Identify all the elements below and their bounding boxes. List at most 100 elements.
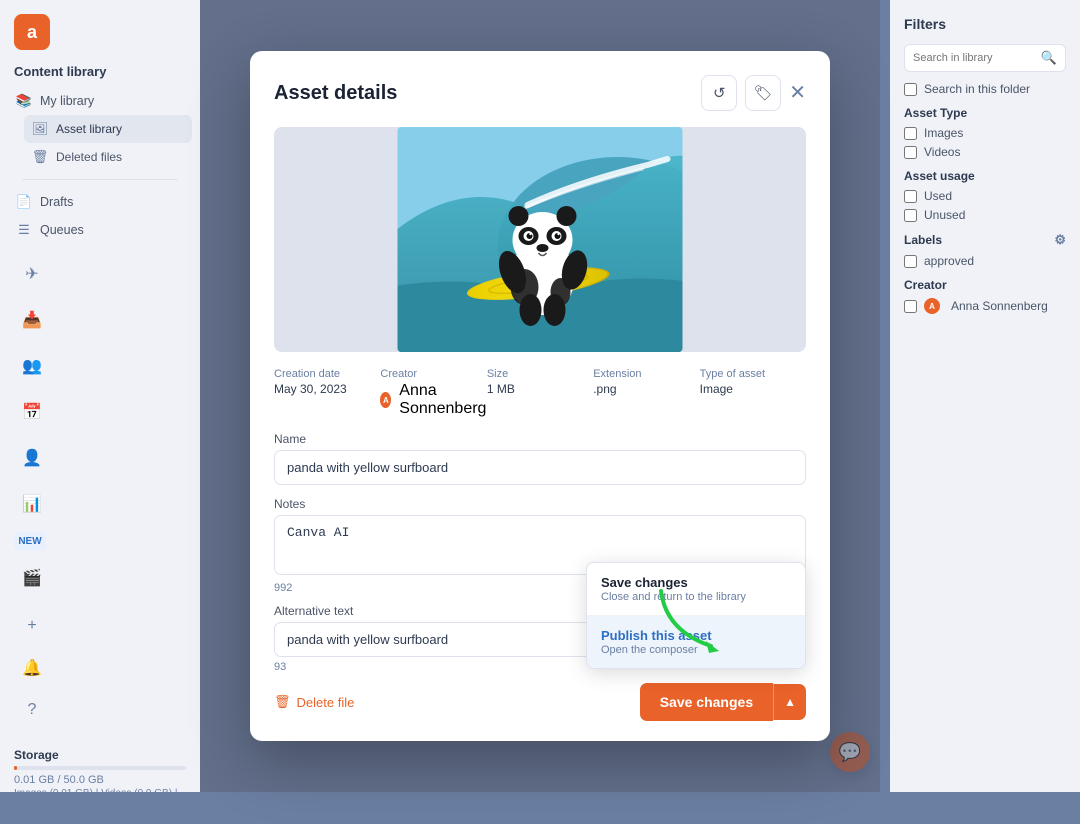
media-icon[interactable]: 🎬 [14,560,50,596]
people-icon[interactable]: 👤 [14,440,50,476]
used-checkbox[interactable] [904,190,917,203]
save-changes-dropdown-desc: Close and return to the library [601,591,791,603]
history-button[interactable]: ↺ [701,75,737,111]
unused-row[interactable]: Unused [904,208,1066,222]
sidebar-nav: 📚 My library 🖼 Asset library 🗑 Deleted f… [0,87,200,244]
search-input[interactable] [913,52,1035,64]
notes-field-label: Notes [274,497,806,511]
history-icon: ↺ [713,84,726,102]
sidebar-item-label: Queues [40,223,84,237]
sidebar-item-deleted-files[interactable]: 🗑 Deleted files [24,143,192,171]
sidebar-item-asset-library[interactable]: 🖼 Asset library [24,115,192,143]
add-icon[interactable]: + [14,608,50,644]
asset-type-meta-value: Image [700,382,806,396]
calendar-icon[interactable]: 📅 [14,394,50,430]
trash-icon: 🗑 [32,149,48,165]
queues-icon: ☰ [16,222,32,238]
creator-row[interactable]: A Anna Sonnenberg [904,298,1066,314]
images-checkbox[interactable] [904,127,917,140]
library-icon: 📚 [16,93,32,109]
modal-footer: 🗑 Delete file Save changes Close and ret… [274,683,806,721]
asset-usage-title: Asset usage [904,169,1066,183]
approved-checkbox[interactable] [904,255,917,268]
chevron-up-icon: ▲ [784,695,796,709]
close-icon: ✕ [789,82,806,104]
app-logo[interactable]: a [14,14,50,50]
sidebar-item-label: Drafts [40,195,73,209]
inbox-icon[interactable]: 📥 [14,302,50,338]
sidebar-item-drafts[interactable]: 📄 Drafts [8,188,192,216]
extension-value: .png [593,382,699,396]
videos-label: Videos [924,145,960,159]
extension-item: Extension .png [593,368,699,418]
creator-meta-avatar: A [380,392,391,408]
tag-button[interactable]: 🏷 [745,75,781,111]
notifications-icon[interactable]: 🔔 [14,650,50,686]
filters-title: Filters [904,16,1066,32]
sidebar: a Content library 📚 My library 🖼 Asset l… [0,0,200,792]
save-btn-group: Save changes ▲ [640,683,806,721]
panda-image-container [398,127,683,352]
sidebar-icon-group: ✈ 📥 👥 📅 👤 📊 NEW 🎬 [0,244,200,608]
creator-checkbox[interactable] [904,300,917,313]
panda-surfboard-svg [398,127,683,352]
search-icon: 🔍 [1041,50,1057,66]
videos-row[interactable]: Videos [904,145,1066,159]
modal-overlay[interactable]: Asset details ↺ 🏷 ✕ [200,0,880,792]
creator-meta-name: Anna Sonnenberg [399,382,487,418]
save-changes-arrow-button[interactable]: ▲ [773,684,806,720]
save-changes-button[interactable]: Save changes [640,683,773,721]
help-icon[interactable]: ? [14,692,50,728]
social-icon[interactable]: 👥 [14,348,50,384]
save-dropdown: Save changes Close and return to the lib… [586,562,806,669]
publish-asset-dropdown-title: Publish this asset [601,628,791,643]
modal-header: Asset details ↺ 🏷 ✕ [274,75,806,111]
logo-letter: a [27,22,37,43]
asset-details-modal: Asset details ↺ 🏷 ✕ [250,51,830,741]
search-folder-checkbox[interactable] [904,83,917,96]
extension-label: Extension [593,368,699,380]
creator-avatar: A [924,298,940,314]
creator-name: Anna Sonnenberg [951,299,1048,313]
publish-asset-dropdown-desc: Open the composer [601,644,791,656]
size-item: Size 1 MB [487,368,593,418]
storage-detail: Images (0.01 GB) | Videos (0.0 GB) | Bin… [14,788,186,810]
publish-asset-dropdown-item[interactable]: Publish this asset Open the composer [587,616,805,668]
creator-meta-label: Creator [380,368,486,380]
metadata-row: Creation date May 30, 2023 Creator A Ann… [274,368,806,418]
labels-title: Labels [904,233,942,247]
creation-date-item: Creation date May 30, 2023 [274,368,380,418]
name-input[interactable] [274,450,806,485]
images-row[interactable]: Images [904,126,1066,140]
videos-checkbox[interactable] [904,146,917,159]
new-icon[interactable]: NEW [14,532,46,550]
close-button[interactable]: ✕ [789,83,806,103]
sidebar-title: Content library [0,50,200,87]
search-folder-label: Search in this folder [924,82,1030,96]
creation-date-label: Creation date [274,368,380,380]
creation-date-value: May 30, 2023 [274,382,380,396]
save-changes-dropdown-title: Save changes [601,575,791,590]
delete-file-button[interactable]: 🗑 Delete file [274,694,354,710]
name-field-label: Name [274,432,806,446]
image-preview [274,127,806,352]
sidebar-item-queues[interactable]: ☰ Queues [8,216,192,244]
asset-type-title: Asset Type [904,106,1066,120]
unused-checkbox[interactable] [904,209,917,222]
sidebar-item-my-library[interactable]: 📚 My library [8,87,192,115]
modal-header-actions: ↺ 🏷 ✕ [701,75,806,111]
labels-section-header: Labels ⚙ [904,232,1066,248]
storage-section: Storage 0.01 GB / 50.0 GB Images (0.01 G… [0,738,200,824]
labels-gear-icon[interactable]: ⚙ [1054,232,1066,248]
approved-row[interactable]: approved [904,254,1066,268]
creator-item: Creator A Anna Sonnenberg [380,368,486,418]
save-changes-dropdown-item[interactable]: Save changes Close and return to the lib… [587,563,805,616]
used-label: Used [924,189,952,203]
creator-meta-value: A Anna Sonnenberg [380,382,486,418]
search-folder-row[interactable]: Search in this folder [904,82,1066,96]
search-box[interactable]: 🔍 [904,44,1066,72]
analytics-icon[interactable]: 📊 [14,486,50,522]
send-icon[interactable]: ✈ [14,256,50,292]
size-value: 1 MB [487,382,593,396]
used-row[interactable]: Used [904,189,1066,203]
